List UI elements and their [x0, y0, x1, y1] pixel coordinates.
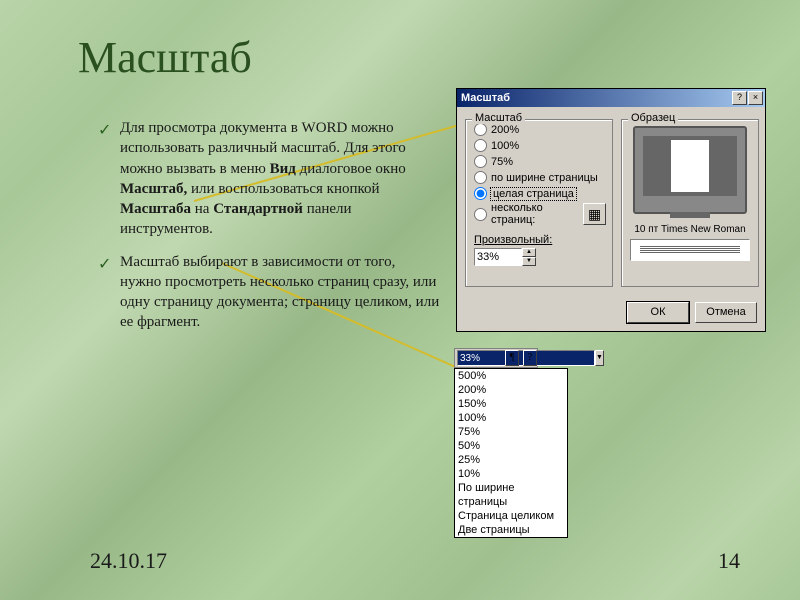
dropdown-item[interactable]: Страница целиком: [455, 509, 567, 523]
ok-button[interactable]: ОК: [627, 302, 689, 323]
radio-label: по ширине страницы: [491, 172, 598, 184]
sample-font-label: 10 пт Times New Roman: [622, 224, 758, 235]
dropdown-item[interactable]: 75%: [455, 425, 567, 439]
multi-page-icon[interactable]: ▦: [583, 203, 606, 225]
arbitrary-label: Произвольный:: [474, 234, 552, 246]
page-title: Масштаб: [78, 32, 252, 83]
dialog-title: Масштаб: [461, 92, 510, 104]
radio-label: несколько страниц:: [491, 202, 577, 226]
check-icon: ✓: [98, 120, 111, 142]
zoom-combo[interactable]: ▼: [457, 350, 501, 366]
bullet-list: ✓ Для просмотра документа в WORD можно и…: [90, 118, 440, 345]
scale-group: Масштаб 200% 100% 75% по ширине страницы…: [465, 119, 613, 287]
paragraph-icon[interactable]: ¶: [505, 350, 519, 366]
bullet-text: Для просмотра документа в WORD можно исп…: [120, 120, 406, 237]
radio-label: 200%: [491, 124, 519, 136]
bullet-item: ✓ Для просмотра документа в WORD можно и…: [90, 118, 440, 240]
radio-label: 75%: [491, 156, 513, 168]
radio-100[interactable]: [474, 139, 487, 152]
dropdown-item[interactable]: 150%: [455, 397, 567, 411]
radio-page-width[interactable]: [474, 171, 487, 184]
spin-up[interactable]: ▲: [522, 248, 536, 257]
radio-whole-page[interactable]: [474, 187, 487, 200]
group-label: Масштаб: [472, 112, 525, 124]
dropdown-item[interactable]: Две страницы: [455, 523, 567, 537]
dropdown-item[interactable]: По ширине страницы: [455, 481, 567, 509]
dropdown-item[interactable]: 500%: [455, 369, 567, 383]
bullet-item: ✓ Масштаб выбирают в зависимости от того…: [90, 252, 440, 333]
help-icon[interactable]: ?: [523, 350, 537, 366]
dropdown-item[interactable]: 100%: [455, 411, 567, 425]
dropdown-item[interactable]: 10%: [455, 467, 567, 481]
dropdown-item[interactable]: 200%: [455, 383, 567, 397]
cancel-button[interactable]: Отмена: [695, 302, 757, 323]
slide-number: 14: [718, 548, 740, 574]
check-icon: ✓: [98, 254, 111, 276]
radio-multi-page[interactable]: [474, 208, 487, 221]
zoom-dialog: Масштаб ? × Масштаб 200% 100% 75% по шир…: [456, 88, 766, 332]
help-button[interactable]: ?: [732, 91, 747, 105]
dropdown-item[interactable]: 25%: [455, 453, 567, 467]
monitor-preview: [633, 126, 747, 214]
titlebar[interactable]: Масштаб ? ×: [457, 89, 765, 107]
close-button[interactable]: ×: [748, 91, 763, 105]
spin-down[interactable]: ▼: [522, 257, 536, 266]
zoom-toolbar: ▼ ¶ ?: [454, 348, 538, 368]
slide-date: 24.10.17: [90, 548, 167, 574]
combo-dropdown-button[interactable]: ▼: [595, 350, 604, 366]
sample-text-preview: [630, 239, 750, 261]
radio-label: 100%: [491, 140, 519, 152]
zoom-dropdown-list: 500% 200% 150% 100% 75% 50% 25% 10% По ш…: [454, 368, 568, 538]
radio-200[interactable]: [474, 123, 487, 136]
bullet-text: Масштаб выбирают в зависимости от того, …: [120, 254, 439, 331]
group-label: Образец: [628, 112, 678, 124]
radio-label: целая страница: [491, 188, 576, 200]
arbitrary-input[interactable]: [474, 248, 522, 266]
sample-group: Образец 10 пт Times New Roman: [621, 119, 759, 287]
dropdown-item[interactable]: 50%: [455, 439, 567, 453]
arbitrary-spinner[interactable]: ▲ ▼: [474, 248, 536, 266]
radio-75[interactable]: [474, 155, 487, 168]
